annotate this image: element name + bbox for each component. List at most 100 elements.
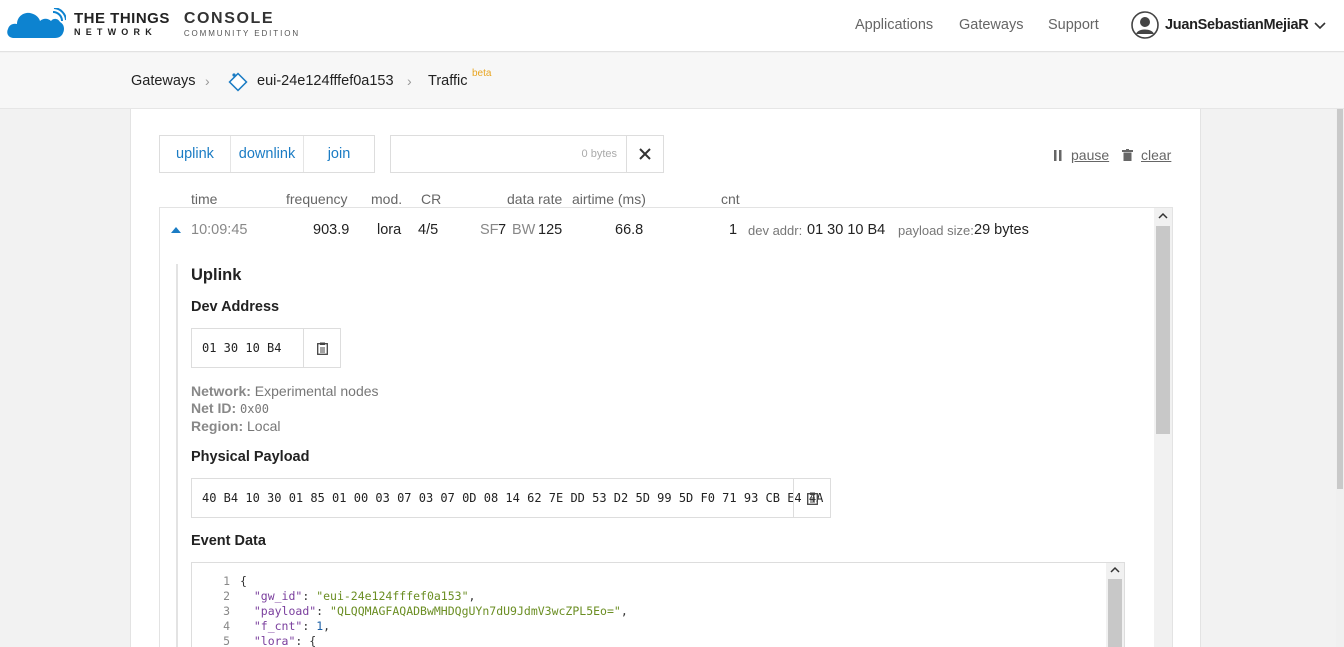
row-frequency: 903.9 xyxy=(313,222,350,238)
row-bw-label: BW xyxy=(512,222,536,238)
json-value: { xyxy=(309,634,317,647)
region-label: Region: xyxy=(191,418,244,434)
code-line: "payload": "QLQQMAGFAQADBwMHDQgUYn7dU9Jd… xyxy=(253,604,628,618)
breadcrumb-gateway-id[interactable]: eui-24e124fffef0a153 xyxy=(257,73,394,89)
col-cnt: cnt xyxy=(721,191,740,207)
json-key: "f_cnt" xyxy=(253,619,303,633)
json-key: "lora" xyxy=(253,634,296,647)
row-sf-label: SF xyxy=(480,222,499,238)
code-line: { xyxy=(240,574,247,588)
netid-info: Net ID: 0x00 xyxy=(191,400,269,416)
row-cr: 4/5 xyxy=(418,222,439,238)
brand-subtitle: NETWORK xyxy=(74,27,157,37)
network-value: Experimental nodes xyxy=(254,383,379,399)
bytes-count: 0 bytes xyxy=(581,148,617,160)
col-cr: CR xyxy=(421,191,442,207)
breadcrumb-gateways[interactable]: Gateways xyxy=(131,73,195,89)
region-info: Region: Local xyxy=(191,418,280,434)
dev-address-field: 01 30 10 B4 xyxy=(191,328,341,368)
nav-support[interactable]: Support xyxy=(1048,17,1099,33)
nav-gateways[interactable]: Gateways xyxy=(959,17,1023,33)
detail-title: Uplink xyxy=(191,266,242,284)
traffic-list-scrollbar[interactable] xyxy=(1154,208,1172,647)
clear-filter-button[interactable] xyxy=(626,136,663,172)
row-dev-addr: 01 30 10 B4 xyxy=(807,222,886,238)
clipboard-icon xyxy=(316,342,328,355)
line-number: 5 xyxy=(223,634,230,647)
row-bw: 125 xyxy=(538,222,563,238)
pause-button[interactable]: pause xyxy=(1053,147,1109,163)
json-value: "eui-24e124fffef0a153" xyxy=(316,589,469,603)
event-data-editor[interactable]: 1 2 3 4 5 { "gw_id": "eui-24e124fffef0a1… xyxy=(191,562,1125,647)
page-scrollbar[interactable] xyxy=(1336,109,1344,647)
traffic-list-scrollbar-thumb[interactable] xyxy=(1156,226,1170,434)
avatar-icon xyxy=(1131,11,1159,39)
json-key: "gw_id" xyxy=(253,589,303,603)
col-mod: mod. xyxy=(371,191,403,207)
user-menu[interactable]: JuanSebastianMejiaR xyxy=(1131,11,1326,39)
editor-scrollbar-thumb[interactable] xyxy=(1108,579,1122,647)
breadcrumb: Gateways › eui-24e124fffef0a153 › Traffi… xyxy=(0,53,1344,109)
row-payload-size: 29 bytes xyxy=(974,222,1029,238)
network-label: Network: xyxy=(191,383,251,399)
json-value: "QLQQMAGFAQADBwMHDQgUYn7dU9JdmV3wcZPL5Eo… xyxy=(330,604,621,618)
line-number: 2 xyxy=(223,589,230,603)
line-number: 1 xyxy=(223,574,230,588)
line-number: 3 xyxy=(223,604,230,618)
col-frequency: frequency xyxy=(286,191,348,207)
editor-scrollbar[interactable] xyxy=(1106,563,1124,647)
gateway-icon xyxy=(228,72,248,92)
pause-label: pause xyxy=(1071,147,1110,163)
detail-rule xyxy=(176,264,178,647)
netid-label: Net ID: xyxy=(191,400,237,416)
scroll-up-icon[interactable] xyxy=(1110,566,1120,573)
payload-heading: Physical Payload xyxy=(191,449,310,465)
payload-field: 40 B4 10 30 01 85 01 00 03 07 03 07 0D 0… xyxy=(191,478,831,518)
json-value: 1 xyxy=(316,619,324,633)
line-number: 4 xyxy=(223,619,230,633)
payload-filter: 0 bytes xyxy=(390,135,664,173)
brand-title: THE THINGS xyxy=(74,10,170,27)
row-time: 10:09:45 xyxy=(191,222,248,238)
netid-value: 0x00 xyxy=(240,402,269,416)
region-value: Local xyxy=(247,418,281,434)
chevron-right-icon: › xyxy=(205,73,210,89)
code-line: "f_cnt": 1, xyxy=(253,619,331,633)
filter-tabs: uplink downlink join xyxy=(159,135,375,173)
code-line: "lora": { xyxy=(253,634,317,647)
console-edition: COMMUNITY EDITION xyxy=(183,28,300,38)
network-info: Network: Experimental nodes xyxy=(191,383,379,399)
chevron-right-icon: › xyxy=(407,73,412,89)
chevron-down-icon xyxy=(1314,22,1326,30)
console-title: CONSOLE xyxy=(183,9,275,27)
col-time: time xyxy=(191,191,218,207)
collapse-arrow-icon[interactable] xyxy=(171,226,181,233)
scroll-up-icon[interactable] xyxy=(1158,212,1168,219)
json-key: "payload" xyxy=(253,604,317,618)
beta-badge: beta xyxy=(472,68,492,79)
col-data-rate: data rate xyxy=(507,191,563,207)
copy-payload-button[interactable] xyxy=(793,479,830,517)
payload-value[interactable]: 40 B4 10 30 01 85 01 00 03 07 03 07 0D 0… xyxy=(202,491,823,505)
cloud-logo-icon xyxy=(6,7,67,40)
filter-downlink[interactable]: downlink xyxy=(231,136,304,172)
row-payload-size-label: payload size: xyxy=(898,223,974,238)
nav-applications[interactable]: Applications xyxy=(855,17,933,33)
traffic-panel: uplink downlink join 0 bytes pause clear… xyxy=(130,109,1201,647)
event-data-heading: Event Data xyxy=(191,533,266,549)
breadcrumb-traffic: Traffic xyxy=(428,73,468,89)
code-brace: { xyxy=(240,574,247,588)
dev-address-value[interactable]: 01 30 10 B4 xyxy=(202,341,281,355)
clear-button[interactable]: clear xyxy=(1122,147,1171,163)
page-scrollbar-thumb[interactable] xyxy=(1337,109,1343,489)
clear-label: clear xyxy=(1141,147,1172,163)
row-cnt: 1 xyxy=(729,222,738,238)
row-sf: 7 xyxy=(498,222,507,238)
clipboard-icon xyxy=(806,492,818,505)
filter-uplink[interactable]: uplink xyxy=(160,136,231,172)
filter-join[interactable]: join xyxy=(304,136,374,172)
pause-icon xyxy=(1054,149,1062,161)
trash-icon xyxy=(1122,149,1133,161)
copy-dev-address-button[interactable] xyxy=(303,329,340,367)
ttn-logo[interactable]: THE THINGS NETWORK CONSOLE COMMUNITY EDI… xyxy=(6,7,300,40)
